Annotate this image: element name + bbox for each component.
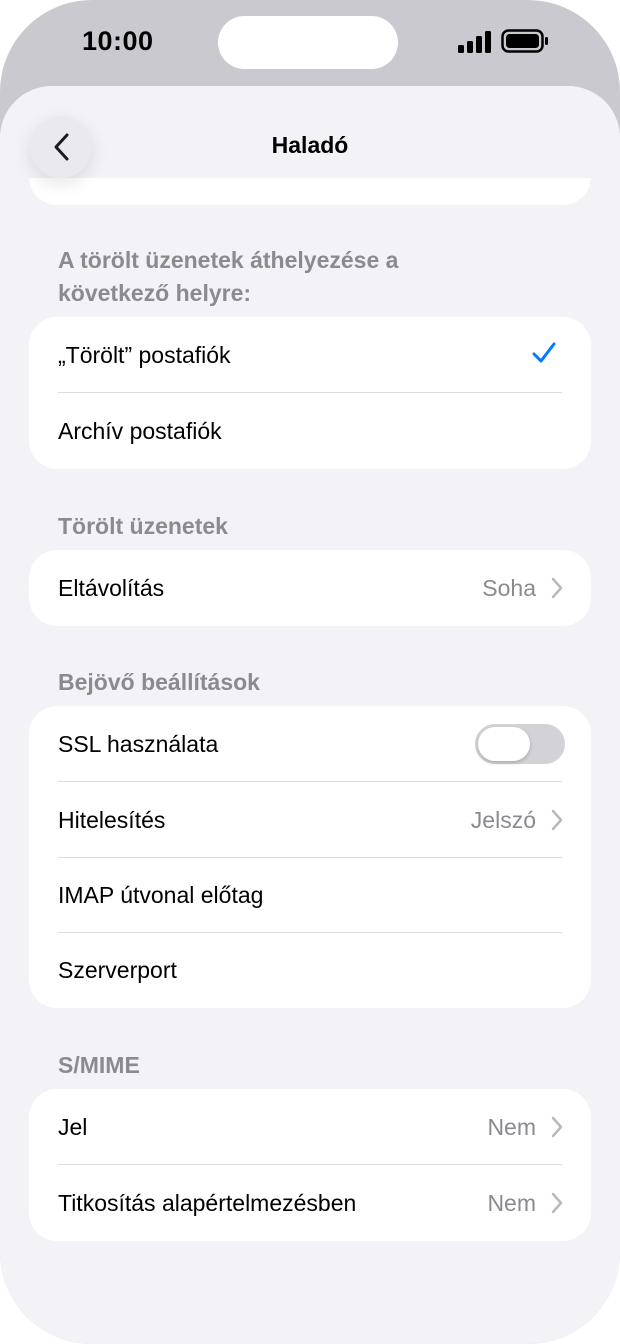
imap-prefix-label: IMAP útvonal előtag <box>58 882 264 908</box>
option-archive-mailbox[interactable]: Archív postafiók <box>29 393 591 469</box>
chevron-right-icon <box>551 1192 563 1214</box>
deleted-messages-group: Eltávolítás Soha <box>29 550 591 626</box>
auth-row[interactable]: Hitelesítés Jelszó <box>29 782 591 858</box>
phone-frame: 10:00 Haladó A törölt üzenetek áthelyezé… <box>0 0 620 1344</box>
encrypt-label: Titkosítás alapértelmezésben <box>58 1190 357 1216</box>
encrypt-row[interactable]: Titkosítás alapértelmezésben Nem <box>29 1165 591 1241</box>
option-label: Archív postafiók <box>58 418 222 444</box>
smime-header: S/MIME <box>58 1052 140 1078</box>
imap-prefix-row[interactable]: IMAP útvonal előtag <box>29 857 591 933</box>
page-title: Haladó <box>271 132 349 158</box>
cellular-signal-icon <box>458 31 491 53</box>
server-port-label: Szerverport <box>58 957 177 983</box>
deleted-messages-header: Törölt üzenetek <box>58 513 228 539</box>
ssl-toggle[interactable] <box>475 724 565 764</box>
incoming-settings-group: SSL használata Hitelesítés Jelszó IMAP ú… <box>29 706 591 1008</box>
remove-row[interactable]: Eltávolítás Soha <box>29 550 591 626</box>
sign-label: Jel <box>58 1114 88 1140</box>
encrypt-value: Nem <box>487 1190 536 1216</box>
chevron-right-icon <box>551 1116 563 1138</box>
chevron-right-icon <box>551 809 563 831</box>
checkmark-icon <box>532 342 556 363</box>
sign-row[interactable]: Jel Nem <box>29 1089 591 1165</box>
navigation-bar: Haladó <box>0 86 620 178</box>
toggle-knob <box>478 727 530 761</box>
option-trash-mailbox[interactable]: „Törölt” postafiók <box>29 317 591 393</box>
chevron-right-icon <box>551 577 563 599</box>
battery-icon <box>501 29 548 53</box>
dynamic-island <box>218 16 398 69</box>
server-port-row[interactable]: Szerverport <box>29 932 591 1008</box>
ssl-row: SSL használata <box>29 706 591 782</box>
status-time: 10:00 <box>82 26 154 56</box>
remove-value: Soha <box>482 575 536 601</box>
settings-sheet: Haladó A törölt üzenetek áthelyezése a k… <box>0 86 620 1344</box>
status-bar: 10:00 <box>0 0 620 86</box>
ssl-label: SSL használata <box>58 731 219 757</box>
remove-label: Eltávolítás <box>58 575 165 601</box>
auth-label: Hitelesítés <box>58 807 166 833</box>
sign-value: Nem <box>487 1114 536 1140</box>
option-label: „Törölt” postafiók <box>58 342 231 368</box>
deleted-move-header: A törölt üzenetek áthelyezése a következ… <box>58 247 399 306</box>
smime-group: Jel Nem Titkosítás alapértelmezésben Nem <box>29 1089 591 1241</box>
incoming-settings-header: Bejövő beállítások <box>58 669 260 695</box>
deleted-move-group: „Törölt” postafiók Archív postafiók <box>29 317 591 469</box>
auth-value: Jelszó <box>470 807 536 833</box>
